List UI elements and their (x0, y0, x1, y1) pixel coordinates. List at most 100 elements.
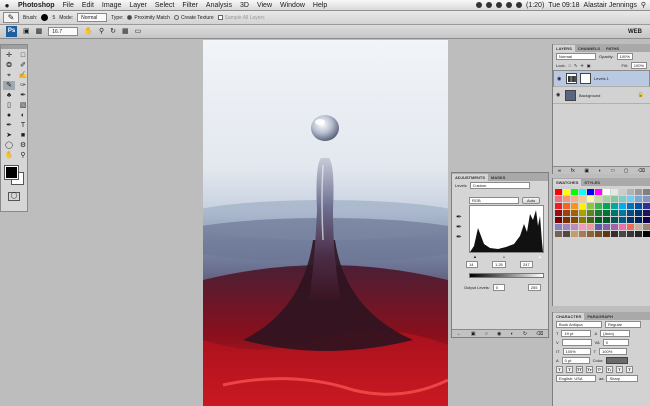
reset-icon[interactable]: ↻ (523, 331, 527, 337)
color-swatch[interactable] (635, 217, 642, 223)
color-swatch[interactable] (579, 224, 586, 230)
color-swatch[interactable] (635, 224, 642, 230)
clone-stamp-tool-icon[interactable]: ♣ (3, 91, 15, 100)
menu-3d[interactable]: 3D (236, 2, 253, 9)
color-swatch[interactable] (579, 196, 586, 202)
marquee-tool-icon[interactable]: □ (17, 51, 29, 60)
input-sliders[interactable]: ▲ ▲ ▲ (469, 254, 544, 258)
color-swatch[interactable] (563, 189, 570, 195)
brush-tool-icon[interactable]: ✑ (17, 81, 29, 90)
color-swatch[interactable] (555, 203, 562, 209)
clock[interactable]: Tue 09:18 (548, 2, 579, 9)
color-swatch[interactable] (627, 189, 634, 195)
menu-layer[interactable]: Layer (125, 2, 151, 9)
color-swatch[interactable] (571, 196, 578, 202)
color-swatch[interactable] (611, 231, 618, 237)
tab-paragraph[interactable]: PARAGRAPH (584, 313, 615, 320)
color-swatch[interactable] (595, 196, 602, 202)
zoom-icon[interactable]: ⚲ (99, 26, 104, 37)
tool-preset-picker[interactable]: ✎ (3, 12, 19, 23)
tab-character[interactable]: CHARACTER (553, 313, 584, 320)
output-black-field[interactable]: 0 (493, 284, 505, 291)
color-swatch[interactable] (627, 231, 634, 237)
color-swatch[interactable] (611, 189, 618, 195)
delete-icon[interactable]: ⌫ (536, 331, 543, 337)
visibility-icon[interactable]: ◉ (497, 331, 501, 337)
color-swatch[interactable] (587, 210, 594, 216)
color-swatch[interactable] (571, 189, 578, 195)
hand-tool-icon[interactable]: ✋ (3, 151, 15, 160)
color-swatch[interactable] (571, 231, 578, 237)
color-swatch[interactable] (571, 217, 578, 223)
faux-italic-button[interactable]: T (566, 366, 573, 373)
color-swatch[interactable] (563, 217, 570, 223)
pen-tool-icon[interactable]: ✒ (3, 121, 15, 130)
layer-row-levels[interactable]: ◉ Levels 1 (553, 70, 650, 87)
quick-mask-icon[interactable]: ◯ (8, 192, 20, 201)
anti-alias-select[interactable]: Sharp (606, 375, 638, 382)
color-swatch[interactable] (619, 224, 626, 230)
mini-bridge-icon[interactable]: ▩ (36, 26, 43, 37)
arrange-icon[interactable]: ▦ (122, 26, 129, 37)
menu-edit[interactable]: Edit (78, 2, 98, 9)
path-select-tool-icon[interactable]: ➤ (3, 131, 15, 140)
color-swatch[interactable] (619, 231, 626, 237)
color-swatch[interactable] (595, 224, 602, 230)
gradient-tool-icon[interactable]: ▧ (17, 101, 29, 110)
black-slider-icon[interactable]: ▲ (473, 254, 477, 259)
color-swatch[interactable] (643, 210, 650, 216)
strikethrough-button[interactable]: T (626, 366, 633, 373)
color-swatch[interactable] (635, 210, 642, 216)
horizontal-scale-field[interactable]: 100% (599, 348, 627, 355)
small-caps-button[interactable]: Tт (586, 366, 593, 373)
white-point-eyedropper-icon[interactable]: ✒ (456, 233, 462, 243)
color-swatch[interactable] (627, 224, 634, 230)
color-swatch[interactable] (603, 196, 610, 202)
color-swatch[interactable] (643, 196, 650, 202)
font-style-select[interactable]: Regular (605, 321, 641, 328)
color-swatch[interactable] (635, 189, 642, 195)
color-swatch[interactable] (555, 231, 562, 237)
eyedropper-tool-icon[interactable]: ✍ (17, 71, 29, 80)
menu-app-name[interactable]: Photoshop (14, 2, 59, 9)
baseline-shift-field[interactable]: 0 pt (562, 357, 590, 364)
levels-preset-select[interactable]: Custom (470, 182, 530, 189)
dodge-tool-icon[interactable]: ◐ (17, 111, 29, 120)
history-brush-tool-icon[interactable]: ✒ (17, 91, 29, 100)
visibility-eye-icon[interactable]: ◉ (557, 75, 563, 83)
zoom-tool-icon[interactable]: ⚲ (17, 151, 29, 160)
link-layers-icon[interactable]: ∞ (558, 168, 562, 174)
color-swatch[interactable] (627, 217, 634, 223)
new-layer-icon[interactable]: ▢ (624, 168, 629, 174)
color-swatch[interactable] (603, 203, 610, 209)
color-swatch[interactable] (595, 189, 602, 195)
tab-adjustments[interactable]: ADJUSTMENTS (452, 174, 488, 181)
wifi-icon[interactable] (506, 2, 512, 8)
color-swatch[interactable] (619, 210, 626, 216)
adjustment-layer-icon[interactable]: ◐ (599, 168, 602, 174)
underline-button[interactable]: T (616, 366, 623, 373)
color-swatch[interactable] (563, 224, 570, 230)
color-swatch[interactable] (619, 203, 626, 209)
color-swatch[interactable] (627, 210, 634, 216)
color-swatch[interactable] (635, 203, 642, 209)
color-swatch[interactable] (643, 217, 650, 223)
volume-icon[interactable] (516, 2, 522, 8)
user-name[interactable]: Alastair Jennings (584, 2, 637, 9)
color-swatch[interactable] (555, 196, 562, 202)
color-swatch[interactable] (635, 231, 642, 237)
color-swatch[interactable] (587, 217, 594, 223)
color-swatch[interactable] (619, 196, 626, 202)
faux-bold-button[interactable]: T (556, 366, 563, 373)
color-swatch[interactable] (643, 224, 650, 230)
trash-icon[interactable]: ⌫ (638, 168, 645, 174)
color-swatch[interactable] (563, 210, 570, 216)
menu-image[interactable]: Image (98, 2, 125, 9)
color-swatch[interactable] (563, 196, 570, 202)
blur-tool-icon[interactable]: ● (3, 111, 15, 120)
leading-field[interactable]: (Auto) (600, 330, 630, 337)
color-swatch[interactable] (603, 231, 610, 237)
proximity-radio[interactable]: Proximity Match (127, 15, 170, 21)
color-swatch[interactable] (579, 210, 586, 216)
color-swatch[interactable] (611, 224, 618, 230)
